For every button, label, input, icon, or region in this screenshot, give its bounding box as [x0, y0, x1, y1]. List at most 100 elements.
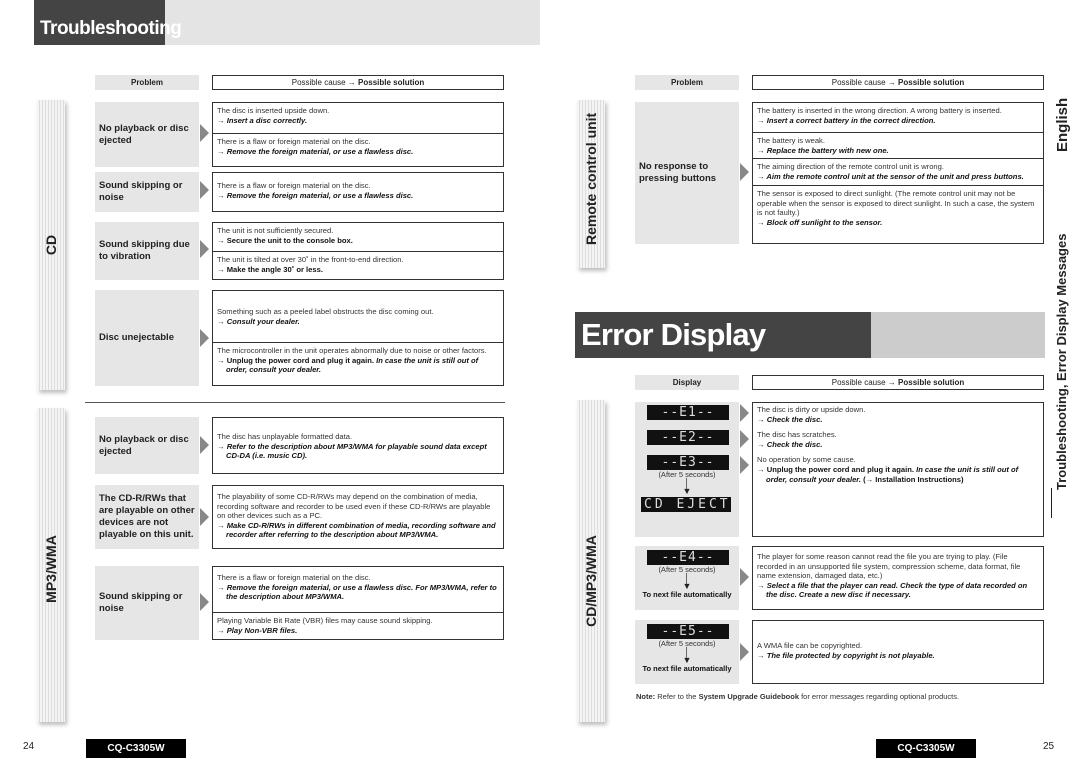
solution-text: → The file protected by copyright is not…: [757, 650, 935, 660]
cause-text: The disc is inserted upside down.: [217, 106, 330, 115]
chevron-right-icon: [200, 329, 209, 347]
column-header-problem: Problem: [95, 75, 199, 90]
note-label: Note:: [636, 692, 656, 701]
cause-text: There is a flaw or foreign material on t…: [217, 181, 371, 190]
solution-text: → Block off sunlight to the sensor.: [757, 217, 883, 227]
note-guidebook-ref: System Upgrade Guidebook: [698, 692, 799, 701]
arrow-icon: →: [347, 78, 356, 87]
solution-text: → Insert a disc correctly.: [217, 115, 308, 125]
cause-box: There is a flaw or foreign material on t…: [212, 566, 504, 640]
chevron-right-icon: [740, 456, 749, 474]
problem-cell: Disc unejectable: [95, 290, 199, 386]
chevron-right-icon: [200, 181, 209, 199]
result-label: To next file automatically: [642, 590, 732, 599]
cause-item: The playability of some CD-R/RWs may dep…: [213, 486, 503, 543]
cause-item: The aiming direction of the remote contr…: [753, 158, 1043, 185]
cause-text: The disc has scratches.: [757, 430, 837, 440]
page-number: 24: [23, 741, 35, 752]
arrow-down-icon: │ ▼: [682, 647, 692, 665]
lcd-display-e5: --E5--: [647, 624, 729, 639]
solution-text: → Make the angle 30˚ or less.: [217, 264, 323, 274]
solution-text: → Select a file that the player can read…: [757, 580, 1028, 600]
section-label-mp3-wma: MP3/WMA: [43, 535, 59, 603]
chevron-right-icon: [200, 436, 209, 454]
solution-text: → Remove the foreign material, or use a …: [217, 146, 414, 156]
problem-cell: Sound skipping due to vibration: [95, 222, 199, 280]
cause-item: No operation by some cause. → Unplug the…: [753, 453, 1043, 486]
chevron-right-icon: [200, 240, 209, 258]
solution-text: → Aim the remote control unit at the sen…: [757, 171, 1024, 181]
cause-item: The microcontroller in the unit operates…: [213, 342, 503, 378]
cause-item: There is a flaw or foreign material on t…: [213, 173, 503, 203]
cause-text: There is a flaw or foreign material on t…: [217, 137, 371, 146]
side-section-label: Troubleshooting, Error Display Messages: [1054, 233, 1069, 490]
solution-text: → Unplug the power cord and plug it agai…: [217, 355, 479, 375]
solution-text: → Secure the unit to the console box.: [217, 235, 353, 245]
column-header-cause: Possible cause → Possible solution: [752, 375, 1044, 390]
cause-text: The aiming direction of the remote contr…: [757, 162, 944, 171]
cause-text: There is a flaw or foreign material on t…: [217, 573, 371, 582]
cause-item: A WMA file can be copyrighted. → The fil…: [753, 621, 1043, 663]
cause-text: No operation by some cause.: [757, 455, 856, 465]
solution-label: Possible solution: [358, 78, 425, 87]
chevron-right-icon: [740, 430, 749, 448]
cause-box: A WMA file can be copyrighted. → The fil…: [752, 620, 1044, 684]
chevron-right-icon: [200, 593, 209, 611]
cause-item: The battery is weak. → Replace the batte…: [753, 132, 1043, 158]
column-header-problem: Problem: [635, 75, 739, 90]
cause-label: Possible cause: [831, 78, 886, 87]
section-label-cd-mp3-wma: CD/MP3/WMA: [583, 535, 599, 627]
cause-label: Possible cause: [831, 378, 886, 387]
column-header-display: Display: [635, 375, 739, 390]
arrow-icon: →: [887, 78, 896, 87]
chevron-right-icon: [740, 643, 749, 661]
cause-box: The battery is inserted in the wrong dir…: [752, 102, 1044, 244]
model-badge: CQ-C3305W: [876, 739, 976, 758]
chevron-right-icon: [740, 163, 749, 181]
cause-text: The microcontroller in the unit operates…: [217, 346, 487, 355]
arrow-down-icon: │ ▼: [682, 573, 692, 591]
chevron-right-icon: [740, 404, 749, 422]
cause-text: The disc is dirty or upside down.: [757, 405, 866, 414]
column-header-cause: Possible cause → Possible solution: [212, 75, 504, 90]
cause-item: The player for some reason cannot read t…: [753, 547, 1043, 603]
display-cell: --E4-- (After 5 seconds) │ ▼ To next file…: [635, 546, 739, 610]
cause-item: Something such as a peeled label obstruc…: [213, 291, 503, 342]
cause-text: Playing Variable Bit Rate (VBR) files ma…: [217, 616, 433, 625]
cause-text: The unit is not sufficiently secured.: [217, 226, 334, 235]
problem-cell: No response to pressing buttons: [635, 102, 739, 244]
cause-text: The battery is weak.: [757, 136, 825, 145]
cause-item: The battery is inserted in the wrong dir…: [753, 103, 1043, 132]
cause-text: Something such as a peeled label obstruc…: [217, 307, 434, 316]
lcd-display-e1: --E1--: [647, 405, 729, 420]
cause-text: The player for some reason cannot read t…: [757, 552, 1021, 581]
solution-text: → Play Non-VBR files.: [217, 625, 298, 635]
problem-cell: No playback or disc ejected: [95, 417, 199, 474]
display-cell: --E1-- --E2-- --E3-- (After 5 seconds) │…: [635, 402, 739, 537]
section-label-cd: CD: [43, 234, 59, 256]
chevron-right-icon: [740, 568, 749, 586]
solution-text: → Refer to the description about MP3/WMA…: [217, 441, 487, 461]
arrow-icon: →: [887, 378, 896, 387]
side-rule: [1051, 488, 1052, 518]
column-header-cause: Possible cause → Possible solution: [752, 75, 1044, 90]
problem-cell: Sound skipping or noise: [95, 566, 199, 640]
solution-text: → Insert a correct battery in the correc…: [757, 115, 936, 125]
cause-item: The disc has unplayable formatted data. …: [213, 418, 503, 464]
cause-item: There is a flaw or foreign material on t…: [213, 567, 503, 612]
note-text: Note: Refer to the System Upgrade Guideb…: [636, 692, 1056, 701]
cause-box: Something such as a peeled label obstruc…: [212, 290, 504, 386]
note-pre: Refer to the: [657, 692, 697, 701]
cause-item: There is a flaw or foreign material on t…: [213, 133, 503, 159]
lcd-display-e2: --E2--: [647, 430, 729, 445]
cause-box: The unit is not sufficiently secured. → …: [212, 222, 504, 280]
cause-box: There is a flaw or foreign material on t…: [212, 172, 504, 212]
cause-box: The disc is dirty or upside down. → Chec…: [752, 402, 1044, 537]
cause-text: The battery is inserted in the wrong dir…: [757, 106, 1002, 115]
solution-label: Possible solution: [898, 78, 965, 87]
cause-text: A WMA file can be copyrighted.: [757, 641, 863, 650]
arrow-down-icon: │ ▼: [682, 478, 692, 496]
solution-text: → Check the disc.: [757, 439, 823, 449]
lcd-display-cd-eject: CD EJECT: [641, 497, 731, 512]
side-language-label: English: [1054, 97, 1071, 152]
